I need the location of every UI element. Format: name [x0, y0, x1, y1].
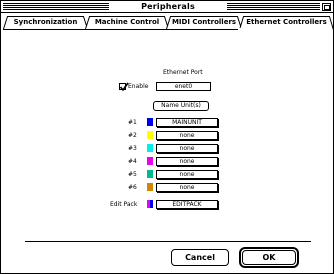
cancel-button[interactable]: Cancel — [171, 249, 229, 266]
title-bar-stripes-left — [3, 3, 109, 10]
peripherals-window: Peripherals Synchronization Machine Cont… — [0, 0, 334, 274]
tab-label: Ethernet Controllers — [246, 18, 327, 26]
unit-color-swatch-1[interactable] — [147, 118, 153, 126]
ethernet-port-label: Ethernet Port — [163, 69, 203, 76]
unit-name-field-3[interactable]: none — [156, 144, 218, 153]
edit-pack-name-field[interactable]: EDITPACK — [156, 200, 218, 209]
tab-label: Synchronization — [13, 18, 78, 26]
unit-label-4: #4 — [128, 158, 137, 165]
name-units-button[interactable]: Name Unit(s) — [153, 101, 209, 111]
edit-pack-color-swatch-b[interactable] — [150, 200, 153, 208]
unit-name-field-6[interactable]: none — [156, 183, 218, 192]
tab-synchronization[interactable]: Synchronization — [3, 16, 88, 29]
tab-label: MIDI Controllers — [171, 18, 237, 26]
unit-color-swatch-2[interactable] — [147, 131, 153, 139]
unit-label-3: #3 — [128, 145, 137, 152]
unit-name-field-4[interactable]: none — [156, 157, 218, 166]
unit-name-field-2[interactable]: none — [156, 131, 218, 140]
unit-color-swatch-3[interactable] — [147, 144, 153, 152]
unit-color-swatch-5[interactable] — [147, 170, 153, 178]
tab-machine-control[interactable]: Machine Control — [85, 16, 169, 29]
footer-divider — [25, 241, 311, 242]
title-bar-stripes-right — [227, 3, 320, 10]
unit-color-swatch-4[interactable] — [147, 157, 153, 165]
ethernet-port-field[interactable]: enet0 — [156, 82, 211, 91]
unit-color-swatch-6[interactable] — [147, 183, 153, 191]
unit-name-field-1[interactable]: MAINUNIT — [156, 118, 218, 127]
unit-label-1: #1 — [128, 119, 137, 126]
enable-checkbox[interactable] — [119, 82, 129, 92]
title-bar[interactable]: Peripherals — [1, 1, 333, 13]
window-title: Peripherals — [109, 1, 227, 12]
unit-name-field-5[interactable]: none — [156, 170, 218, 179]
enable-label: Enable — [128, 83, 149, 90]
unit-label-2: #2 — [128, 132, 137, 139]
tab-label: Machine Control — [94, 18, 160, 26]
unit-label-6: #6 — [128, 184, 137, 191]
ok-button[interactable]: OK — [242, 250, 296, 265]
zoom-box-icon[interactable] — [322, 3, 331, 11]
tab-midi-controllers[interactable]: MIDI Controllers — [166, 16, 242, 29]
edit-pack-label: Edit Pack — [110, 201, 138, 208]
unit-label-5: #5 — [128, 171, 137, 178]
